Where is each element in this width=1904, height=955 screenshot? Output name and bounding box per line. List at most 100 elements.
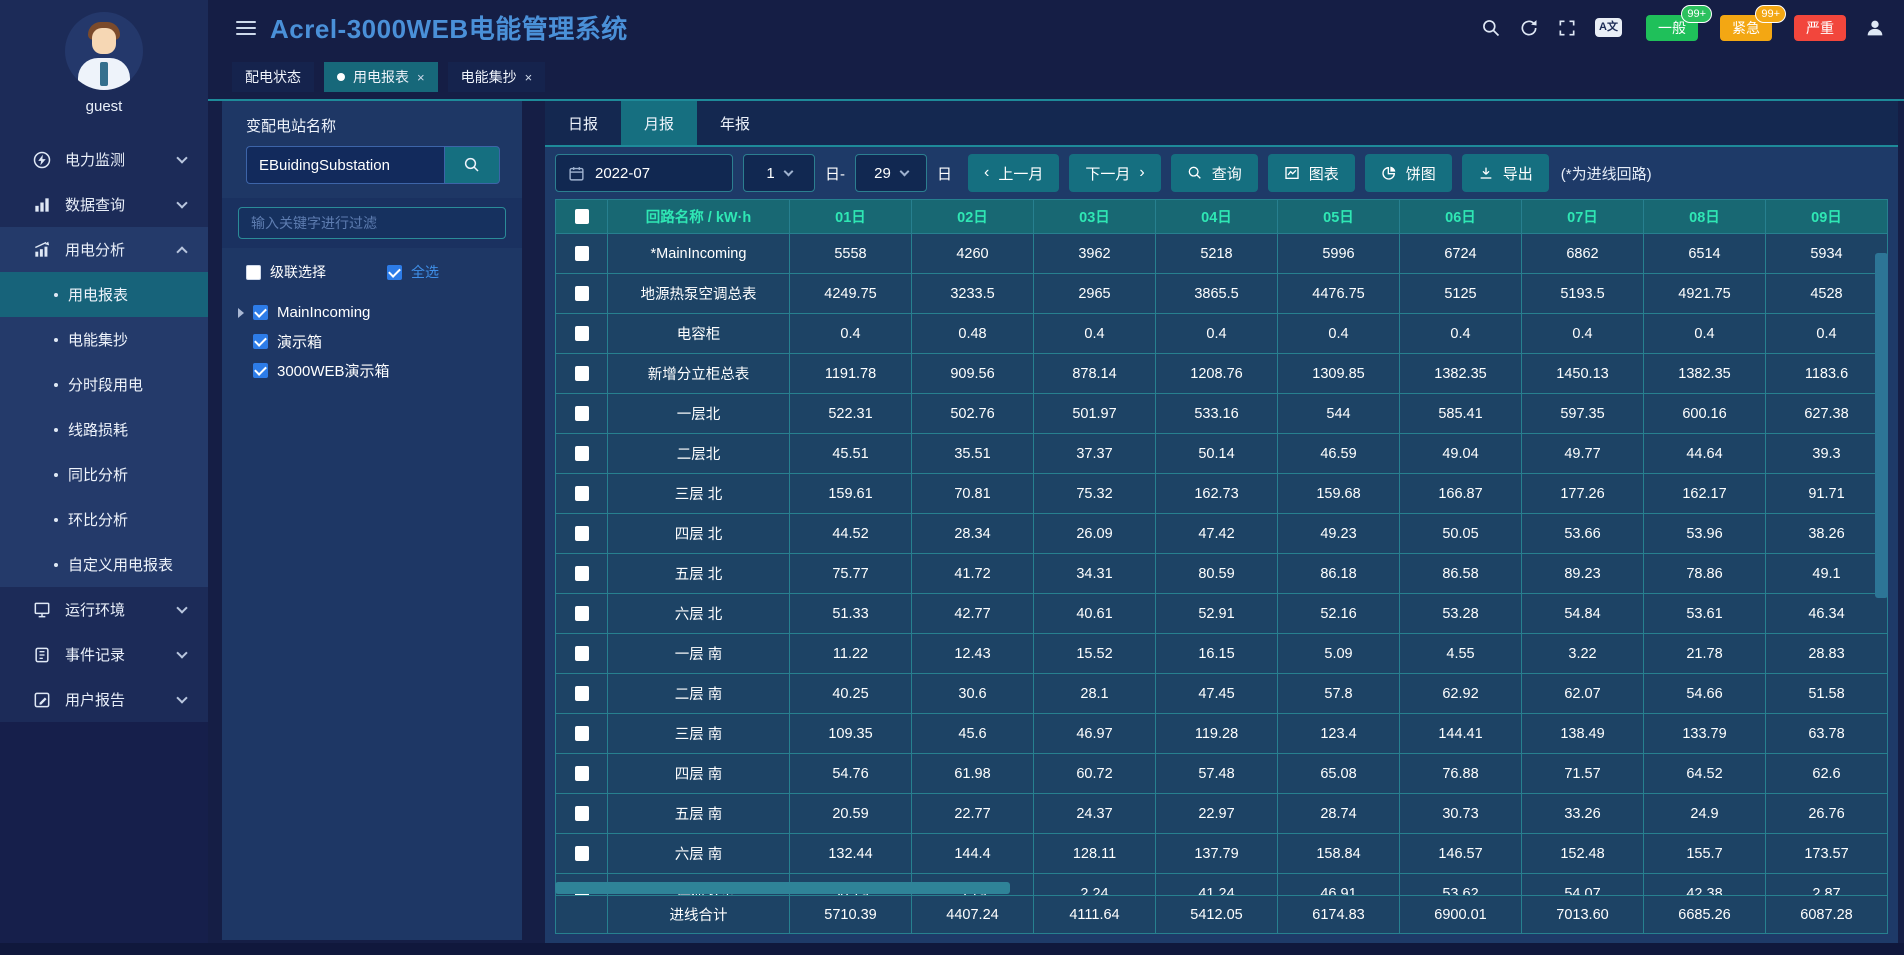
caret-right-icon[interactable] <box>238 308 244 318</box>
value-cell: 585.41 <box>1400 394 1522 434</box>
table-row: 新增分立柜总表1191.78909.56878.141208.761309.85… <box>556 354 1888 394</box>
tab-monthly-report[interactable]: 月报 <box>621 101 697 145</box>
row-checkbox-cell <box>556 314 608 354</box>
value-cell: 28.83 <box>1766 634 1888 674</box>
sidebar-subitem-line-loss[interactable]: 线路损耗 <box>0 407 208 452</box>
tree-checkbox[interactable] <box>253 334 268 349</box>
sidebar-subitem-custom-report[interactable]: 自定义用电报表 <box>0 542 208 587</box>
value-cell: 39.3 <box>1766 434 1888 474</box>
tree-item[interactable]: 3000WEB演示箱 <box>238 356 522 385</box>
value-cell: 1191.78 <box>790 354 912 394</box>
tree-checkbox[interactable] <box>253 363 268 378</box>
row-checkbox[interactable] <box>575 406 589 421</box>
station-search-input[interactable] <box>246 146 444 184</box>
hamburger-menu-icon[interactable] <box>236 17 256 39</box>
row-checkbox[interactable] <box>575 646 589 661</box>
circuit-name-cell: 二层北 <box>608 434 790 474</box>
alarm-button[interactable]: 一般99+ <box>1646 15 1698 41</box>
value-cell: 1183.6 <box>1766 354 1888 394</box>
fullscreen-icon[interactable] <box>1557 18 1577 38</box>
row-checkbox[interactable] <box>575 326 589 341</box>
summary-value-cell: 6685.26 <box>1644 896 1766 934</box>
row-checkbox[interactable] <box>575 286 589 301</box>
value-cell: 44.64 <box>1644 434 1766 474</box>
select-all-checkbox[interactable] <box>575 209 589 224</box>
start-day-select[interactable]: 1 <box>743 154 815 192</box>
row-checkbox[interactable] <box>575 446 589 461</box>
sidebar-item-data-query[interactable]: 数据查询 <box>0 182 208 227</box>
tree-item[interactable]: 演示箱 <box>238 327 522 356</box>
refresh-icon[interactable] <box>1519 18 1539 38</box>
select-all-label[interactable]: 全选 <box>411 262 439 282</box>
window-tab[interactable]: 用电报表× <box>324 62 438 92</box>
window-tab[interactable]: 配电状态 <box>232 62 314 92</box>
table-viewport: 回路名称 / kW·h 01日02日03日04日05日06日07日08日09日 … <box>555 199 1888 895</box>
row-checkbox[interactable] <box>575 486 589 501</box>
row-checkbox[interactable] <box>575 806 589 821</box>
select-all-checkbox[interactable] <box>387 265 402 280</box>
export-button[interactable]: 导出 <box>1462 154 1549 192</box>
value-cell: 57.8 <box>1278 674 1400 714</box>
query-button[interactable]: 查询 <box>1171 154 1258 192</box>
tab-daily-report[interactable]: 日报 <box>545 101 621 145</box>
search-icon[interactable] <box>1481 18 1501 38</box>
alarm-label: 一般 <box>1658 18 1686 38</box>
tree-filter-input[interactable] <box>238 207 506 239</box>
bullet-icon <box>54 338 58 342</box>
row-checkbox[interactable] <box>575 766 589 781</box>
incoming-line-note: (*为进线回路) <box>1561 163 1652 184</box>
value-cell: 53.66 <box>1522 514 1644 554</box>
sidebar-item-user-report[interactable]: 用户报告 <box>0 677 208 722</box>
sidebar-subitem-time-period[interactable]: 分时段用电 <box>0 362 208 407</box>
row-checkbox[interactable] <box>575 246 589 261</box>
row-checkbox[interactable] <box>575 726 589 741</box>
value-cell: 28.1 <box>1034 674 1156 714</box>
close-tab-icon[interactable]: × <box>417 70 425 85</box>
sidebar-subitem-yoy-analysis[interactable]: 同比分析 <box>0 452 208 497</box>
month-picker[interactable]: 2022-07 <box>555 154 733 192</box>
next-month-button[interactable]: 下一月 › <box>1069 154 1160 192</box>
sidebar-item-label: 运行环境 <box>65 599 125 620</box>
row-checkbox[interactable] <box>575 526 589 541</box>
chart-button[interactable]: 图表 <box>1268 154 1355 192</box>
summary-value-cell: 6900.01 <box>1400 896 1522 934</box>
window-tab[interactable]: 电能集抄× <box>448 62 546 92</box>
summary-row: 进线合计 5710.394407.244111.645412.056174.83… <box>556 896 1888 934</box>
tree-checkbox[interactable] <box>253 305 268 320</box>
vertical-scrollbar-thumb[interactable] <box>1875 253 1888 598</box>
sidebar-item-power-monitor[interactable]: 电力监测 <box>0 137 208 182</box>
value-cell: 166.87 <box>1400 474 1522 514</box>
row-checkbox[interactable] <box>575 686 589 701</box>
end-day-select[interactable]: 29 <box>855 154 927 192</box>
prev-month-button[interactable]: ‹ 上一月 <box>968 154 1059 192</box>
close-tab-icon[interactable]: × <box>525 70 533 85</box>
value-cell: 65.08 <box>1278 754 1400 794</box>
sidebar-item-run-environment[interactable]: 运行环境 <box>0 587 208 632</box>
sidebar-item-power-analysis[interactable]: 用电分析 <box>0 227 208 272</box>
cascade-checkbox[interactable] <box>246 265 261 280</box>
value-cell: 627.38 <box>1766 394 1888 434</box>
chevron-right-icon: › <box>1139 165 1144 181</box>
station-search-button[interactable] <box>444 146 500 184</box>
alarm-button[interactable]: 严重 <box>1794 15 1846 41</box>
sidebar-item-event-record[interactable]: 事件记录 <box>0 632 208 677</box>
language-icon[interactable]: A文 <box>1595 18 1622 37</box>
row-checkbox[interactable] <box>575 846 589 861</box>
circuit-tree: MainIncoming 演示箱 3000WEB演示箱 <box>238 298 522 385</box>
value-cell: 40.61 <box>1034 594 1156 634</box>
sidebar-subitem-power-report[interactable]: 用电报表 <box>0 272 208 317</box>
pie-button[interactable]: 饼图 <box>1365 154 1452 192</box>
row-checkbox[interactable] <box>575 606 589 621</box>
alarm-button[interactable]: 紧急99+ <box>1720 15 1772 41</box>
tab-yearly-report[interactable]: 年报 <box>697 101 773 145</box>
sidebar-subitem-energy-reading[interactable]: 电能集抄 <box>0 317 208 362</box>
user-icon[interactable] <box>1864 17 1886 39</box>
horizontal-scrollbar-thumb[interactable] <box>555 882 1010 894</box>
circuit-name-cell: 四层 北 <box>608 514 790 554</box>
tree-item[interactable]: MainIncoming <box>238 298 522 327</box>
value-cell: 24.37 <box>1034 794 1156 834</box>
row-checkbox[interactable] <box>575 566 589 581</box>
value-cell: 60.72 <box>1034 754 1156 794</box>
sidebar-subitem-mom-analysis[interactable]: 环比分析 <box>0 497 208 542</box>
row-checkbox[interactable] <box>575 366 589 381</box>
